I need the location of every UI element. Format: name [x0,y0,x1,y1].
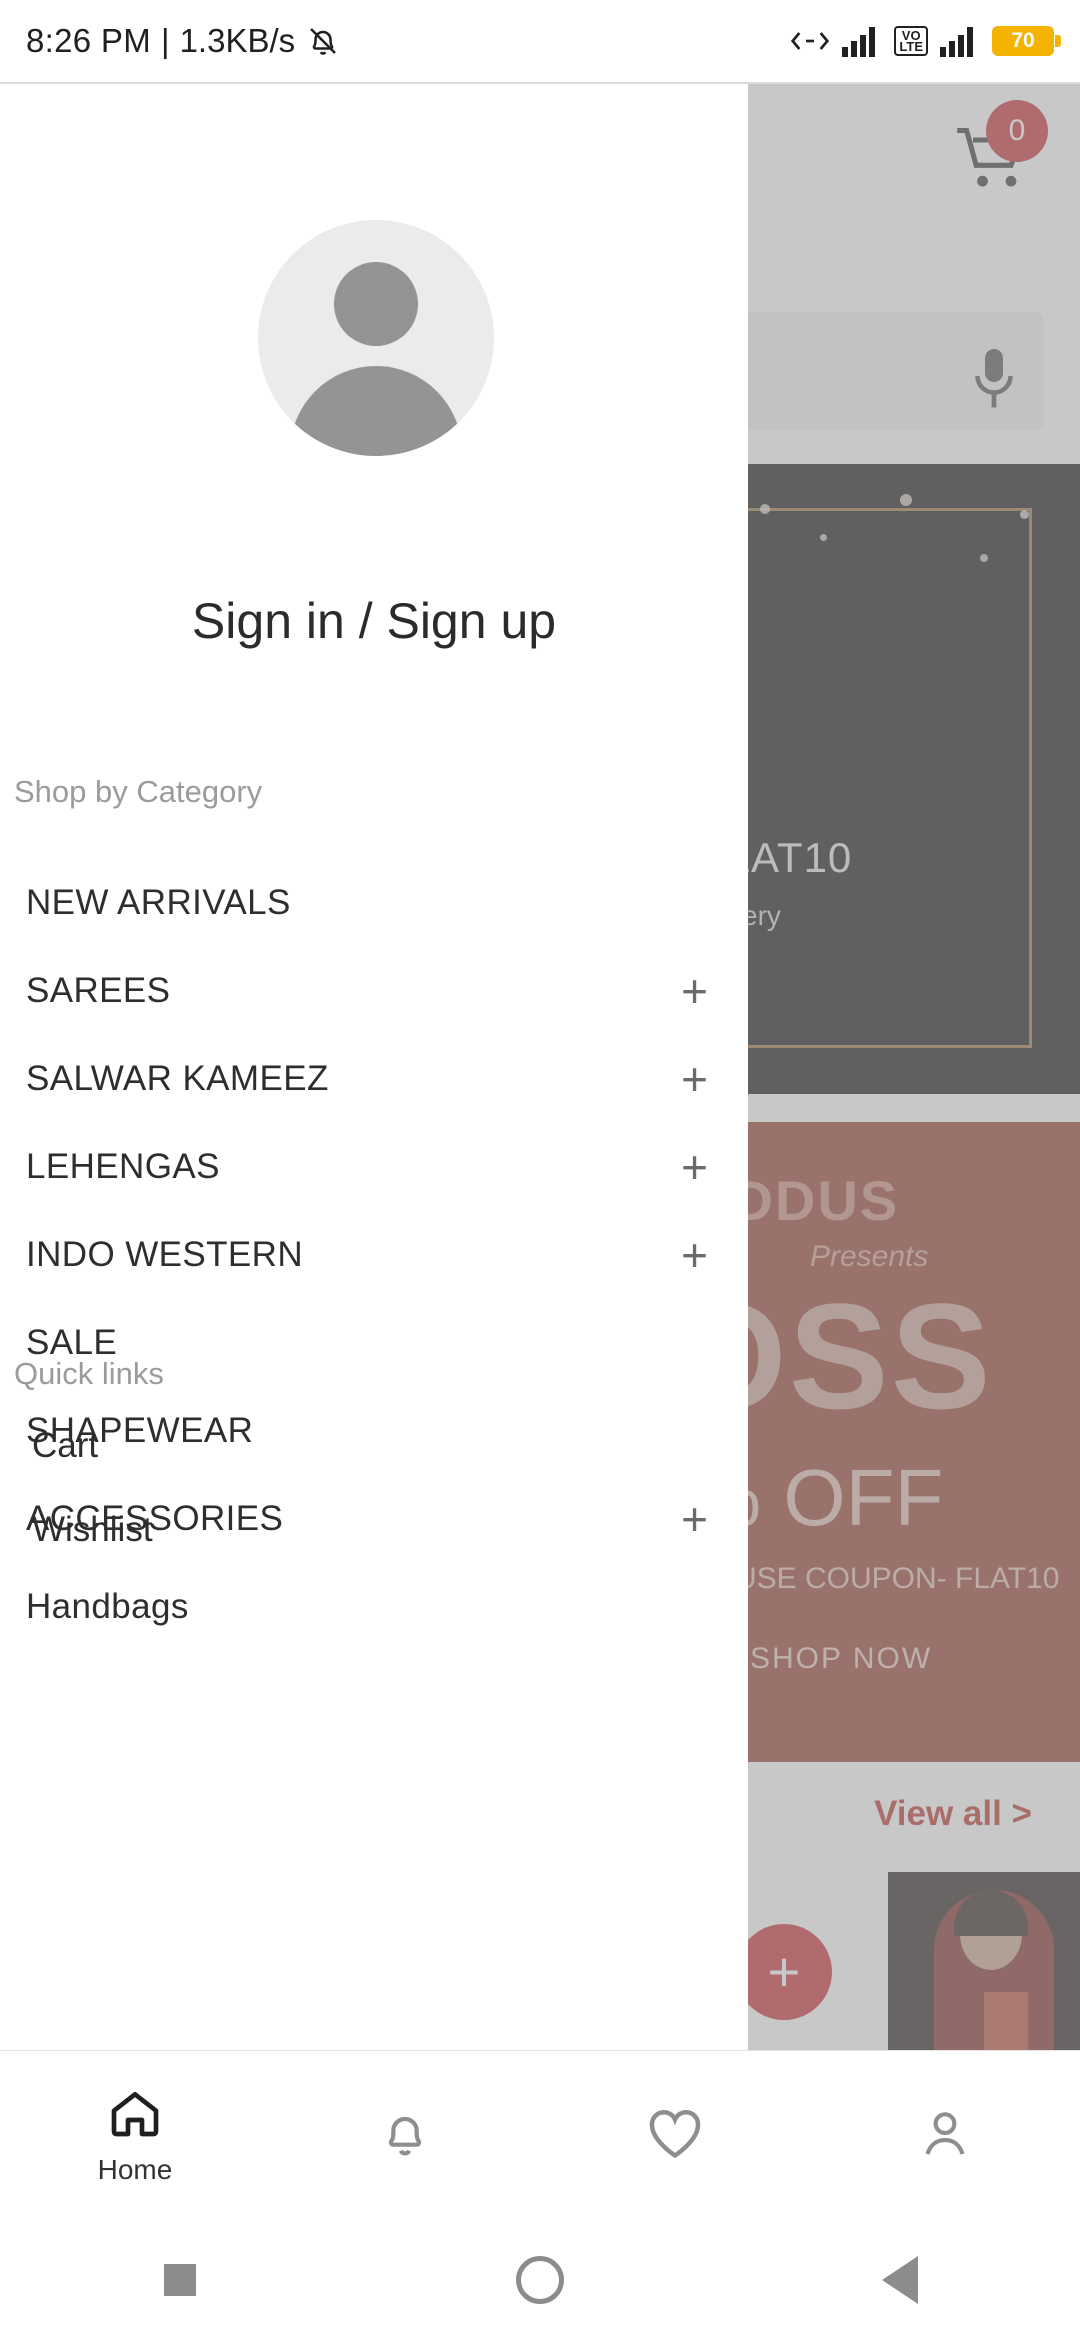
status-time: 8:26 PM [26,22,151,59]
sidebar-item-salwar-kameez[interactable]: SALWAR KAMEEZ + [0,1035,748,1123]
bottom-nav-account[interactable] [810,2105,1080,2166]
category-label: INDO WESTERN [26,1235,304,1274]
bottom-nav-notifications[interactable] [270,2105,540,2166]
expand-plus-icon[interactable]: + [681,968,708,1014]
category-label: NEW ARRIVALS [26,883,291,922]
triangle-back-icon[interactable] [720,2256,1080,2304]
home-icon [107,2085,163,2146]
status-network-speed: 1.3KB/s [179,22,296,59]
sidebar-item-new-arrivals[interactable]: NEW ARRIVALS [0,859,748,947]
heart-icon [645,2105,705,2166]
sidebar-item-handbags[interactable]: Handbags [0,1563,748,1651]
status-bar-left: 8:26 PM | 1.3KB/s [26,22,341,60]
sidebar-item-sarees[interactable]: SAREES + [0,947,748,1035]
user-avatar-icon[interactable] [258,220,494,456]
shop-by-category-heading: Shop by Category [14,774,263,809]
square-recents-icon[interactable] [0,2264,360,2296]
status-separator: | [161,22,170,59]
sign-in-link[interactable]: Sign in / Sign up [0,592,748,650]
data-transfer-icon [790,26,830,56]
avatar-body [290,366,462,456]
category-label: Handbags [26,1587,189,1626]
quick-link-label: Wishlist [32,1510,153,1549]
sidebar-item-indo-western[interactable]: INDO WESTERN + [0,1211,748,1299]
status-bar: 8:26 PM | 1.3KB/s VO LTE 70 [0,0,1080,82]
battery-level: 70 [1011,29,1035,52]
bell-mute-icon [305,23,341,59]
bottom-nav-home[interactable]: Home [0,2085,270,2186]
expand-plus-icon[interactable]: + [681,1056,708,1102]
status-bar-right: VO LTE 70 [790,25,1061,57]
quick-link-label: Cart [32,1426,99,1465]
person-icon [917,2105,973,2166]
expand-plus-icon[interactable]: + [681,1144,708,1190]
sidebar-item-cart[interactable]: Cart [0,1404,748,1488]
bell-icon [377,2105,433,2166]
volte-icon: VO LTE [894,26,928,56]
category-label: SALWAR KAMEEZ [26,1059,329,1098]
navigation-drawer: Sign in / Sign up Shop by Category NEW A… [0,84,748,2050]
sidebar-item-wishlist[interactable]: Wishlist [0,1488,748,1572]
quick-links-list: Cart Wishlist [0,1404,748,1572]
category-label: SAREES [26,971,171,1010]
bottom-navigation: Home [0,2050,1080,2220]
category-label: LEHENGAS [26,1147,220,1186]
expand-plus-icon[interactable]: + [681,1232,708,1278]
quick-links-heading: Quick links [14,1356,164,1391]
bottom-nav-home-label: Home [97,2154,173,2185]
battery-indicator: 70 [992,26,1061,56]
circle-home-icon[interactable] [360,2256,720,2304]
bottom-nav-wishlist[interactable] [540,2105,810,2166]
signal-bars-icon [842,25,882,57]
sidebar-item-lehengas[interactable]: LEHENGAS + [0,1123,748,1211]
system-navigation-bar [0,2220,1080,2340]
avatar-head [334,262,418,346]
phone-screen: 8:26 PM | 1.3KB/s VO LTE 70 Sign in / Si… [0,0,1080,2340]
signal-bars-icon-2 [940,25,980,57]
